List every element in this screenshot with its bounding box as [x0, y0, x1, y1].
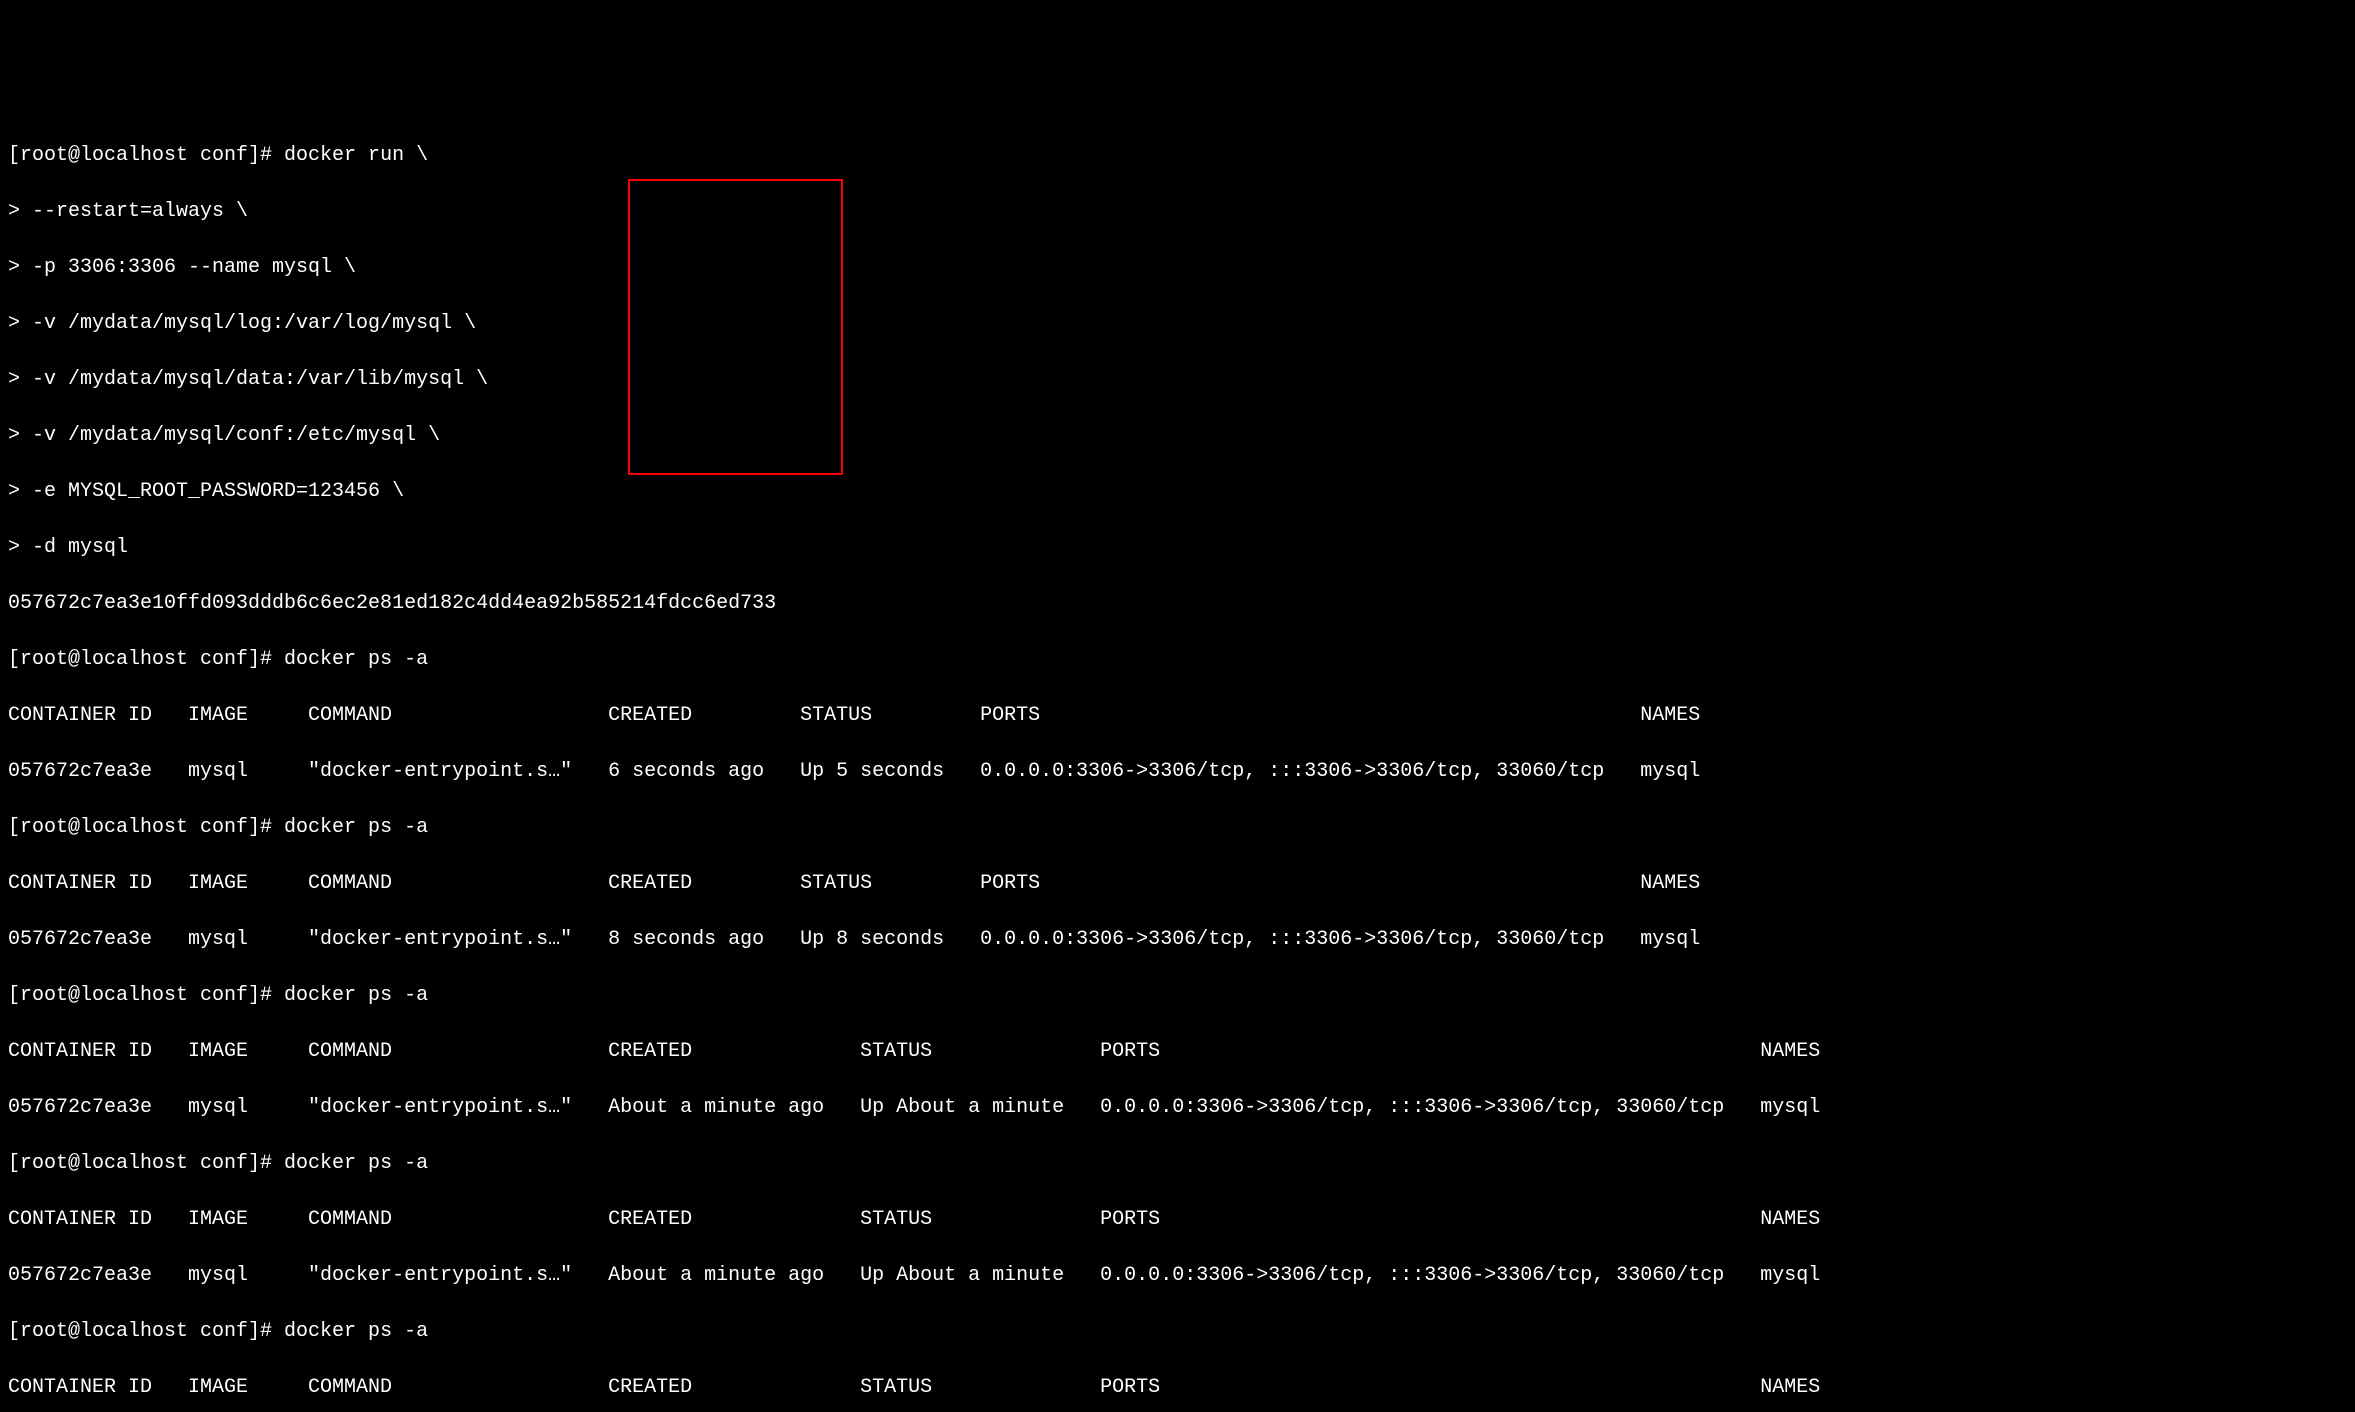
docker-run-opt-vol3: > -v /mydata/mysql/conf:/etc/mysql \ — [8, 422, 2347, 450]
shell-prompt: [root@localhost conf]# — [8, 1152, 284, 1175]
ps-header-0: CONTAINER ID IMAGE COMMAND CREATED STATU… — [8, 702, 2347, 730]
ps-cmd-line-4: [root@localhost conf]# docker ps -a — [8, 1318, 2347, 1346]
shell-prompt: [root@localhost conf]# — [8, 816, 284, 839]
ps-cmd-line-2: [root@localhost conf]# docker ps -a — [8, 982, 2347, 1010]
docker-run-opt-vol2: > -v /mydata/mysql/data:/var/lib/mysql \ — [8, 366, 2347, 394]
ps-cmd: docker ps -a — [284, 816, 428, 839]
ps-header-1: CONTAINER ID IMAGE COMMAND CREATED STATU… — [8, 870, 2347, 898]
ps-cmd: docker ps -a — [284, 648, 428, 671]
ps-cmd-line-1: [root@localhost conf]# docker ps -a — [8, 814, 2347, 842]
terminal-output[interactable]: [root@localhost conf]# docker run \ > --… — [0, 112, 2355, 1412]
docker-run-opt-port: > -p 3306:3306 --name mysql \ — [8, 254, 2347, 282]
ps-cmd: docker ps -a — [284, 984, 428, 1007]
ps-header-4: CONTAINER ID IMAGE COMMAND CREATED STATU… — [8, 1374, 2347, 1402]
ps-header-3: CONTAINER ID IMAGE COMMAND CREATED STATU… — [8, 1206, 2347, 1234]
ps-row-2: 057672c7ea3e mysql "docker-entrypoint.s…… — [8, 1094, 2347, 1122]
shell-prompt: [root@localhost conf]# — [8, 1320, 284, 1343]
ps-header-2: CONTAINER ID IMAGE COMMAND CREATED STATU… — [8, 1038, 2347, 1066]
ps-row-1: 057672c7ea3e mysql "docker-entrypoint.s…… — [8, 926, 2347, 954]
docker-run-line: [root@localhost conf]# docker run \ — [8, 142, 2347, 170]
ps-cmd-line-3: [root@localhost conf]# docker ps -a — [8, 1150, 2347, 1178]
docker-run-opt-detach: > -d mysql — [8, 534, 2347, 562]
docker-run-opt-vol1: > -v /mydata/mysql/log:/var/log/mysql \ — [8, 310, 2347, 338]
docker-run-cmd: docker run \ — [284, 144, 428, 167]
shell-prompt: [root@localhost conf]# — [8, 648, 284, 671]
shell-prompt: [root@localhost conf]# — [8, 984, 284, 1007]
ps-row-0: 057672c7ea3e mysql "docker-entrypoint.s…… — [8, 758, 2347, 786]
ps-cmd: docker ps -a — [284, 1152, 428, 1175]
ps-row-3: 057672c7ea3e mysql "docker-entrypoint.s…… — [8, 1262, 2347, 1290]
docker-run-output-id: 057672c7ea3e10ffd093dddb6c6ec2e81ed182c4… — [8, 590, 2347, 618]
ps-cmd: docker ps -a — [284, 1320, 428, 1343]
ps-cmd-line-0: [root@localhost conf]# docker ps -a — [8, 646, 2347, 674]
shell-prompt: [root@localhost conf]# — [8, 144, 284, 167]
docker-run-opt-restart: > --restart=always \ — [8, 198, 2347, 226]
docker-run-opt-env: > -e MYSQL_ROOT_PASSWORD=123456 \ — [8, 478, 2347, 506]
